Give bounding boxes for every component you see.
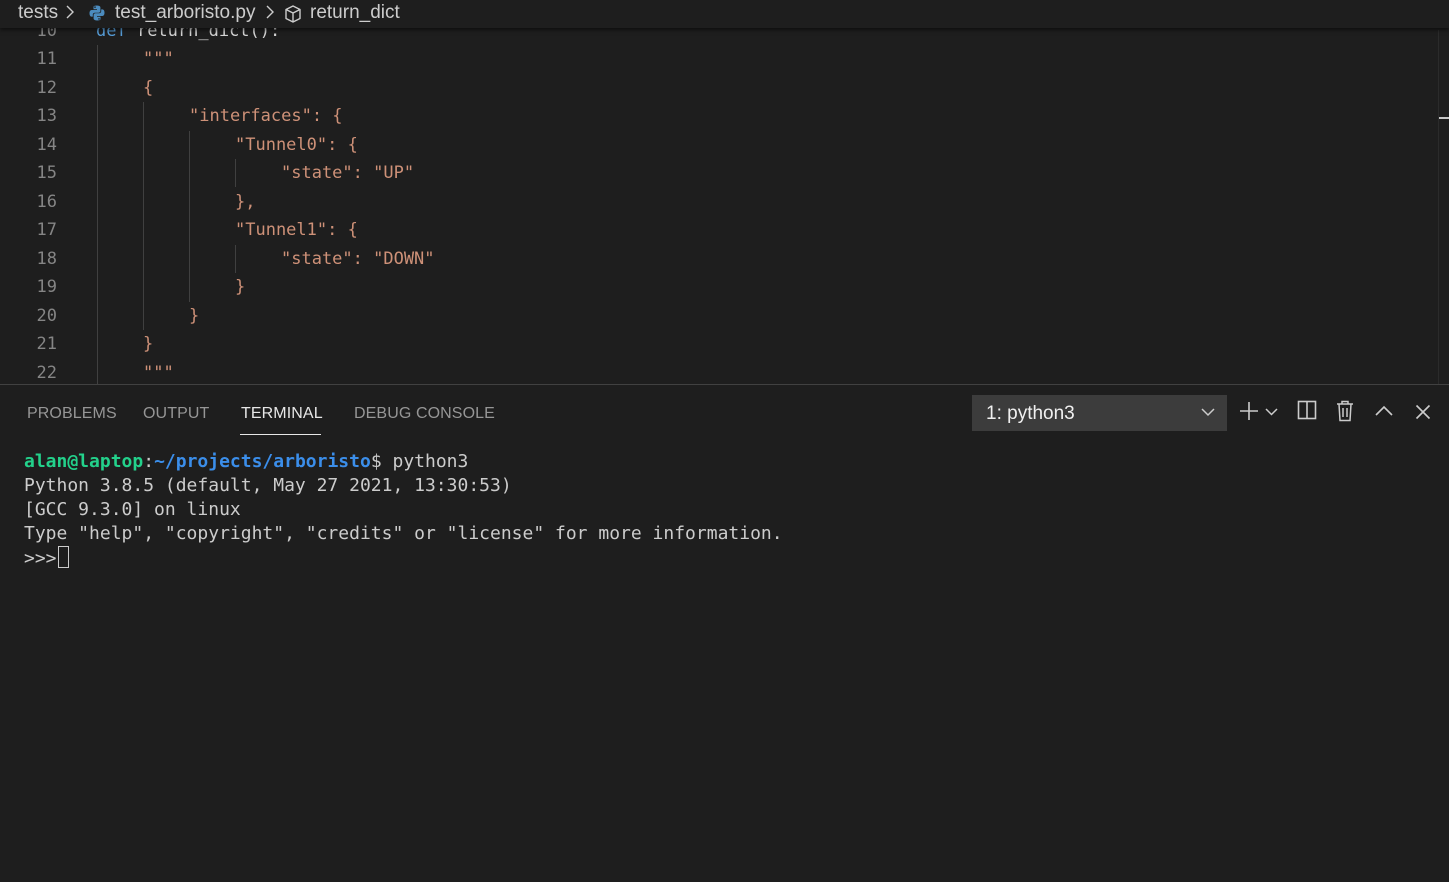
indent-guide — [189, 131, 190, 302]
terminal-cursor — [58, 546, 70, 568]
trash-icon[interactable] — [1336, 400, 1354, 422]
line-code: """ — [143, 363, 174, 383]
breadcrumb: tests test_arboristo.py return_dict — [0, 0, 1449, 28]
terminal-output[interactable]: alan@laptop:~/projects/arboristo$ python… — [24, 450, 783, 570]
line-number: 17 — [36, 220, 57, 240]
tab-terminal[interactable]: TERMINAL — [241, 404, 323, 424]
line-number: 14 — [36, 135, 57, 155]
line-code: "state": "UP" — [281, 163, 415, 183]
line-number: 11 — [36, 49, 57, 69]
line-code: } — [235, 277, 246, 297]
line-number: 19 — [36, 277, 57, 297]
line-code: "interfaces": { — [189, 106, 343, 126]
python-file-icon — [89, 5, 105, 21]
editor-scrollbar[interactable] — [1438, 30, 1449, 384]
breadcrumb-file[interactable]: test_arboristo.py — [115, 1, 255, 25]
prompt-path: ~/projects/arboristo — [154, 451, 371, 472]
terminal-output-line: [GCC 9.3.0] on linux — [24, 499, 241, 520]
chevron-down-icon[interactable] — [1265, 407, 1278, 417]
close-icon[interactable] — [1415, 404, 1431, 420]
chevron-right-icon — [66, 5, 74, 19]
code-line: 16 }, — [0, 188, 1438, 216]
line-code: """ — [143, 49, 174, 69]
code-line: 19 } — [0, 273, 1438, 301]
cube-icon — [285, 5, 301, 23]
line-code: "state": "DOWN" — [281, 249, 435, 269]
code-line: 15 "state": "UP" — [0, 159, 1438, 187]
terminal-selector[interactable]: 1: python3 — [972, 395, 1227, 431]
line-number: 12 — [36, 78, 57, 98]
prompt-symbol: $ — [370, 451, 393, 472]
line-number: 15 — [36, 163, 57, 183]
chevron-down-icon — [1201, 408, 1215, 417]
terminal-selector-value: 1: python3 — [986, 403, 1075, 424]
code-line: 12 { — [0, 74, 1438, 102]
prompt-colon: : — [143, 451, 155, 472]
code-line: 13 "interfaces": { — [0, 102, 1438, 130]
line-number: 20 — [36, 306, 57, 326]
plus-icon[interactable] — [1238, 400, 1260, 422]
code-line: 20 } — [0, 302, 1438, 330]
tab-problems[interactable]: PROBLEMS — [27, 404, 117, 424]
line-number: 18 — [36, 249, 57, 269]
code-editor[interactable]: 10 def return_dict(): 11 """ 12 { 13 "in… — [0, 0, 1449, 384]
active-tab-indicator — [240, 434, 321, 435]
tab-output[interactable]: OUTPUT — [143, 404, 209, 424]
code-line: 22 """ — [0, 359, 1438, 384]
line-number: 16 — [36, 192, 57, 212]
line-code: }, — [235, 192, 256, 212]
line-code: } — [189, 306, 200, 326]
prompt-user: alan@laptop — [24, 451, 144, 472]
chevron-right-icon — [266, 5, 274, 19]
repl-prompt-line: >>> — [24, 546, 783, 570]
code-line: 17 "Tunnel1": { — [0, 216, 1438, 244]
scrollbar-cursor-marker — [1439, 117, 1449, 119]
indent-guide — [97, 45, 98, 384]
indent-guide — [235, 245, 236, 273]
line-code: "Tunnel0": { — [235, 135, 358, 155]
breadcrumb-folder[interactable]: tests — [18, 1, 58, 25]
terminal-output-line: Python 3.8.5 (default, May 27 2021, 13:3… — [24, 475, 512, 496]
terminal-output-line: Type "help", "copyright", "credits" or "… — [24, 523, 783, 544]
code-line: 11 """ — [0, 45, 1438, 73]
line-code: "Tunnel1": { — [235, 220, 358, 240]
code-lines: 10 def return_dict(): 11 """ 12 { 13 "in… — [0, 0, 1438, 384]
code-line: 18 "state": "DOWN" — [0, 245, 1438, 273]
tab-debug-console[interactable]: DEBUG CONSOLE — [354, 404, 495, 424]
chevron-up-icon[interactable] — [1375, 405, 1393, 417]
line-number: 13 — [36, 106, 57, 126]
breadcrumb-symbol[interactable]: return_dict — [310, 1, 400, 25]
terminal-prompt-line: alan@laptop:~/projects/arboristo$ python… — [24, 450, 783, 474]
indent-guide — [235, 159, 236, 187]
line-number: 21 — [36, 334, 57, 354]
line-code: } — [143, 334, 154, 354]
code-line: 21 } — [0, 330, 1438, 358]
indent-guide — [143, 102, 144, 330]
line-number: 22 — [36, 363, 57, 383]
bottom-panel: PROBLEMS OUTPUT TERMINAL DEBUG CONSOLE 1… — [0, 384, 1449, 882]
split-terminal-icon[interactable] — [1297, 400, 1317, 420]
code-line: 14 "Tunnel0": { — [0, 131, 1438, 159]
line-code: { — [143, 78, 154, 98]
terminal-command: python3 — [392, 451, 469, 472]
